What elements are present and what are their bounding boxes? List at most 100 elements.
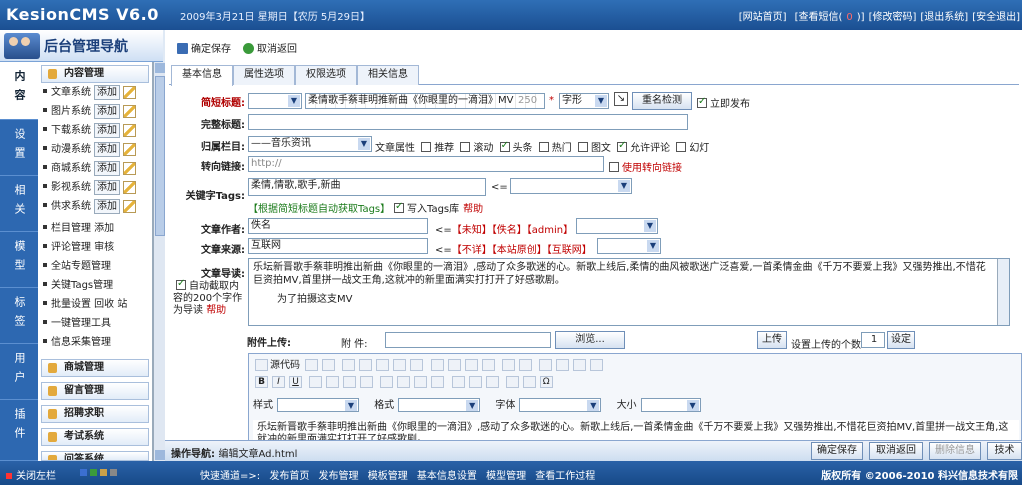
flash-icon[interactable] bbox=[555, 359, 569, 371]
quick-template-manage[interactable]: 模板管理 bbox=[368, 471, 408, 482]
browse-button[interactable]: 浏览... bbox=[555, 331, 625, 349]
group-qa[interactable]: 问答系统 bbox=[41, 451, 149, 461]
tech-button[interactable]: 技术 bbox=[987, 442, 1022, 460]
author-input[interactable]: 佚名 bbox=[248, 218, 428, 234]
attr-scroll[interactable]: 滚动 bbox=[457, 142, 493, 154]
ordered-list-icon[interactable] bbox=[309, 376, 323, 388]
scroll-up-icon[interactable] bbox=[155, 63, 165, 73]
format-select[interactable] bbox=[398, 398, 481, 412]
vtab-tags[interactable]: 标签 bbox=[0, 288, 38, 344]
italic-icon[interactable]: I bbox=[272, 376, 285, 388]
tab-basic-info[interactable]: 基本信息 bbox=[171, 65, 233, 86]
attr-slideshow[interactable]: 幻灯 bbox=[673, 142, 709, 154]
quick-work-process[interactable]: 查看工作过程 bbox=[535, 471, 595, 482]
source-original[interactable]: 【本站原创】 bbox=[492, 245, 547, 256]
quick-basic-settings[interactable]: 基本信息设置 bbox=[417, 471, 477, 482]
summary-textarea[interactable]: 乐坛新晋歌手蔡菲明推出新曲《你眼里的一滴泪》,感动了众多歌迷的心。新歌上线后,柔… bbox=[248, 258, 1010, 326]
author-admin[interactable]: 【admin】 bbox=[527, 225, 573, 236]
attr-hot[interactable]: 热门 bbox=[536, 142, 572, 154]
nav-batch-settings[interactable]: 批量设置 回收 站 bbox=[41, 296, 127, 314]
edit-icon[interactable] bbox=[123, 142, 136, 156]
align-left-icon[interactable] bbox=[380, 376, 394, 388]
edit-icon[interactable] bbox=[123, 161, 136, 175]
add-button[interactable]: 添加 bbox=[94, 199, 120, 214]
link-secure-logout[interactable]: [安全退出] bbox=[972, 12, 1020, 23]
copy-icon[interactable] bbox=[359, 359, 373, 371]
tab-related-info[interactable]: 相关信息 bbox=[357, 65, 419, 85]
title-type-select[interactable] bbox=[248, 93, 302, 109]
author-anonymous[interactable]: 【佚名】 bbox=[492, 225, 527, 236]
group-exam[interactable]: 考试系统 bbox=[41, 428, 149, 446]
source-unknown[interactable]: 【不详】 bbox=[452, 245, 492, 256]
nav-topic-manage[interactable]: 全站专题管理 bbox=[41, 258, 111, 276]
scroll-thumb[interactable] bbox=[155, 76, 165, 236]
text-color-icon[interactable] bbox=[505, 376, 519, 388]
nav-tags-manage[interactable]: 关键Tags管理 bbox=[41, 277, 113, 295]
nav-image-system[interactable]: 图片系统 添加 bbox=[41, 103, 151, 121]
add-button[interactable]: 添加 bbox=[94, 180, 120, 195]
select-all-icon[interactable] bbox=[501, 359, 515, 371]
nav-category-manage[interactable]: 栏目管理 添加 bbox=[41, 220, 114, 238]
group-content-management[interactable]: 内容管理 bbox=[41, 65, 149, 83]
vtab-settings[interactable]: 设置 bbox=[0, 120, 38, 176]
nav-video-system[interactable]: 影视系统 添加 bbox=[41, 179, 151, 197]
bold-icon[interactable]: B bbox=[255, 376, 268, 388]
quick-model-manage[interactable]: 模型管理 bbox=[486, 471, 526, 482]
image-icon[interactable] bbox=[538, 359, 552, 371]
theme-gold-icon[interactable] bbox=[100, 469, 107, 476]
upload-count-input[interactable]: 1 bbox=[861, 332, 885, 348]
source-input[interactable]: 互联网 bbox=[248, 238, 428, 254]
group-shop-management[interactable]: 商城管理 bbox=[41, 359, 149, 377]
auto-summary-checkbox[interactable]: 自动截取内容的200个字作为导读 帮助 bbox=[173, 278, 245, 317]
omega-icon[interactable]: Ω bbox=[539, 376, 553, 388]
outdent-icon[interactable] bbox=[343, 376, 357, 388]
source-select[interactable] bbox=[597, 238, 661, 254]
unordered-list-icon[interactable] bbox=[326, 376, 340, 388]
anchor-icon[interactable] bbox=[485, 376, 499, 388]
link-icon[interactable] bbox=[451, 376, 465, 388]
preview-icon[interactable] bbox=[322, 359, 336, 371]
vtab-users[interactable]: 用户 bbox=[0, 344, 38, 400]
align-right-icon[interactable] bbox=[414, 376, 428, 388]
upload-button[interactable]: 上传 bbox=[757, 331, 787, 349]
group-jobs[interactable]: 招聘求职 bbox=[41, 405, 149, 423]
nav-scrollbar[interactable] bbox=[153, 62, 165, 461]
new-doc-icon[interactable] bbox=[305, 359, 319, 371]
set-count-button[interactable]: 设定 bbox=[887, 331, 915, 349]
attr-headline[interactable]: 头条 bbox=[497, 140, 533, 154]
table-icon[interactable] bbox=[572, 359, 586, 371]
paste-text-icon[interactable] bbox=[393, 359, 407, 371]
attr-image-text[interactable]: 图文 bbox=[575, 142, 611, 154]
font-select[interactable] bbox=[519, 398, 602, 412]
link-change-password[interactable]: [修改密码] bbox=[869, 12, 917, 23]
nav-comment-manage[interactable]: 评论管理 审核 bbox=[41, 239, 114, 257]
remove-format-icon[interactable] bbox=[518, 359, 532, 371]
bg-color-icon[interactable] bbox=[522, 376, 536, 388]
full-title-input[interactable] bbox=[248, 114, 688, 130]
font-style-select[interactable]: 字形 bbox=[559, 93, 609, 109]
edit-icon[interactable] bbox=[123, 123, 136, 137]
vtab-plugins[interactable]: 插件 bbox=[0, 400, 38, 461]
hr-icon[interactable] bbox=[589, 359, 603, 371]
theme-gray-icon[interactable] bbox=[110, 469, 117, 476]
group-guestbook[interactable]: 留言管理 bbox=[41, 382, 149, 400]
color-picker-icon[interactable]: ↘ bbox=[614, 92, 628, 106]
nav-collect-manage[interactable]: 信息采集管理 bbox=[41, 334, 111, 352]
author-unknown[interactable]: 【未知】 bbox=[452, 225, 492, 236]
source-internet[interactable]: 【互联网】 bbox=[547, 245, 592, 256]
style-select[interactable] bbox=[277, 398, 359, 412]
add-button[interactable]: 添加 bbox=[94, 85, 120, 100]
link-logout[interactable]: [退出系统] bbox=[920, 12, 968, 23]
tab-attributes[interactable]: 属性选项 bbox=[233, 65, 295, 85]
save-button[interactable]: 确定保存 bbox=[177, 40, 231, 55]
theme-blue-icon[interactable] bbox=[80, 469, 87, 476]
add-button[interactable]: 添加 bbox=[94, 142, 120, 157]
duplicate-check-button[interactable]: 重名检测 bbox=[632, 92, 692, 110]
add-button[interactable]: 添加 bbox=[94, 123, 120, 138]
nav-supply-system[interactable]: 供求系统 添加 bbox=[41, 198, 151, 216]
edit-icon[interactable] bbox=[123, 199, 136, 213]
publish-now-checkbox[interactable]: 立即发布 bbox=[694, 95, 750, 110]
delete-button[interactable]: 删除信息 bbox=[929, 442, 981, 460]
underline-icon[interactable]: U bbox=[289, 376, 302, 388]
nav-anime-system[interactable]: 动漫系统 添加 bbox=[41, 141, 151, 159]
